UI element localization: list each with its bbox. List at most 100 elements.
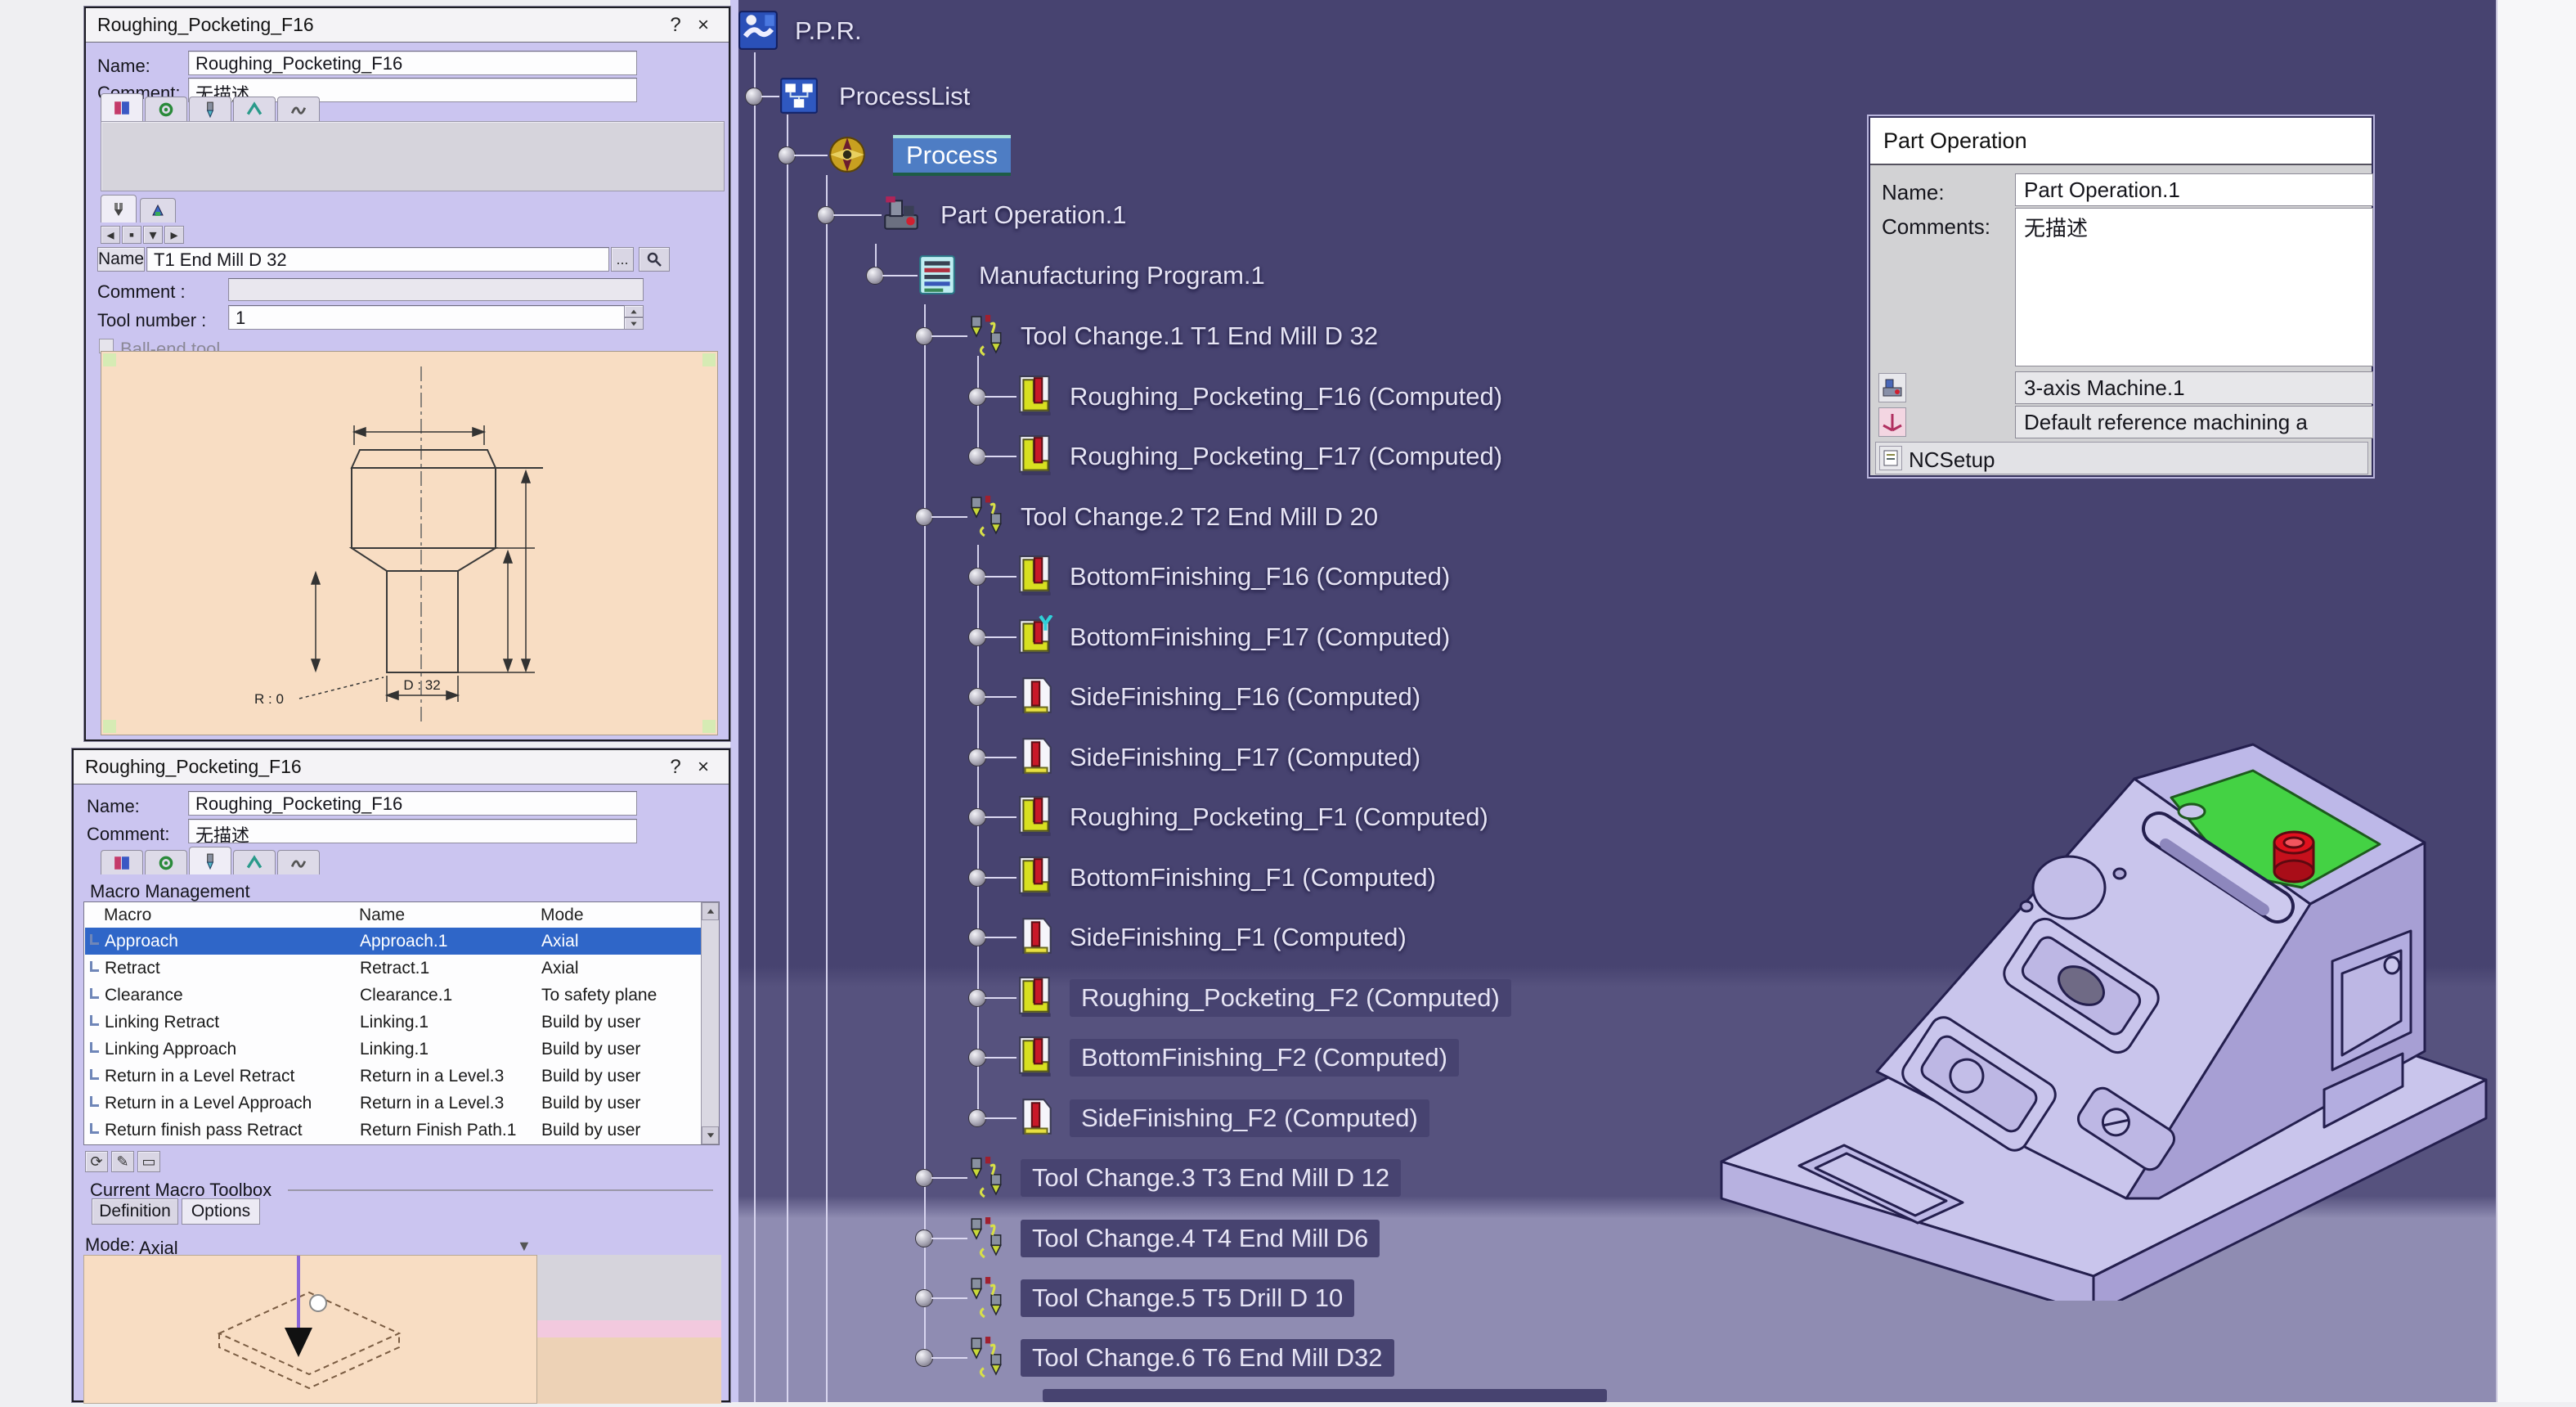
tree-item-label[interactable]: Part Operation.1 — [940, 200, 1126, 230]
chevron-down-icon[interactable]: ▼ — [517, 1238, 532, 1255]
tree-item-label[interactable]: Manufacturing Program.1 — [979, 261, 1265, 290]
tree-expander-knob[interactable] — [968, 928, 986, 946]
tab-strategy[interactable] — [101, 850, 143, 874]
machined-part-3d[interactable] — [1701, 720, 2502, 1301]
tool-save-icon[interactable]: ▾ — [143, 226, 163, 244]
macro-table-row[interactable]: Return finish pass RetractReturn Finish … — [85, 1117, 702, 1144]
macro-table-row[interactable]: Return in a Level Approach Return in a Le… — [85, 1090, 702, 1117]
tree-expander-knob[interactable] — [915, 1169, 933, 1187]
tree-expander-knob[interactable] — [968, 1109, 986, 1127]
tree-expander-knob[interactable] — [968, 1049, 986, 1067]
tree-item-label[interactable]: Tool Change.5 T5 Drill D 10 — [1021, 1279, 1354, 1317]
macro-edit-icon[interactable]: ✎ — [111, 1151, 134, 1172]
op-rough-icon[interactable] — [1016, 375, 1056, 417]
tool-prev-icon[interactable]: ◂ — [101, 226, 120, 244]
tree-item-label[interactable]: ProcessList — [839, 82, 970, 111]
tree-item-label[interactable]: BottomFinishing_F2 (Computed) — [1070, 1039, 1459, 1077]
tree-expander-knob[interactable] — [968, 869, 986, 887]
op-rough-icon[interactable] — [1016, 1036, 1056, 1078]
macro-table[interactable]: Macro Name Mode ApproachApproach.1AxialR… — [83, 901, 720, 1145]
tree-item-label[interactable]: BottomFinishing_F1 (Computed) — [1070, 863, 1436, 892]
tree-item-label[interactable]: Tool Change.1 T1 End Mill D 32 — [1021, 321, 1378, 351]
macro-table-row[interactable]: RetractRetract.1Axial — [85, 955, 702, 982]
tree-item-label[interactable]: Tool Change.3 T3 End Mill D 12 — [1021, 1159, 1401, 1197]
machining-axis-icon[interactable] — [1878, 407, 1906, 437]
macro-table-row[interactable]: Linking Approach Linking.1 Build by user — [85, 1036, 702, 1063]
macro-table-row[interactable]: ClearanceClearance.1To safety plane — [85, 982, 702, 1009]
list-icon[interactable] — [779, 74, 819, 117]
tree-expander-knob[interactable] — [968, 568, 986, 586]
tree-expander-knob[interactable] — [817, 206, 835, 224]
tool-number-step-up[interactable] — [624, 305, 644, 317]
tab-macros[interactable] — [277, 97, 320, 121]
subtab-tool-catalog[interactable] — [140, 198, 176, 223]
macro-table-row[interactable]: Linking RetractLinking.1Build by user — [85, 1009, 702, 1036]
tree-item-label[interactable]: Roughing_Pocketing_F17 (Computed) — [1070, 442, 1502, 471]
macro-cell-macro[interactable]: Linking Approach — [105, 1040, 236, 1059]
op-rough-icon[interactable] — [1016, 555, 1056, 597]
tree-expander-knob[interactable] — [915, 327, 933, 345]
macro-cell-macro[interactable]: Return in a Level Approach — [105, 1094, 312, 1113]
tree-expander-knob[interactable] — [968, 447, 986, 465]
tree-expander-knob[interactable] — [968, 748, 986, 766]
op-side-icon[interactable] — [1016, 1096, 1056, 1139]
dialog-titlebar[interactable]: Roughing_Pocketing_F16 ? × — [86, 8, 729, 43]
scroll-down-icon[interactable] — [702, 1126, 719, 1144]
macro-cell-macro[interactable]: Retract — [105, 959, 160, 978]
tab-tool[interactable] — [189, 847, 231, 874]
tool-comment-input[interactable] — [228, 278, 644, 301]
toolchange-icon[interactable] — [967, 495, 1007, 537]
tool-number-step-down[interactable] — [624, 317, 644, 330]
macro-reset-icon[interactable]: ▭ — [137, 1151, 160, 1172]
toolchange-icon[interactable] — [967, 314, 1007, 357]
ncsetup-row[interactable]: NCSetup — [1875, 442, 2368, 474]
tree-item-label[interactable]: Tool Change.2 T2 End Mill D 20 — [1021, 502, 1378, 532]
tree-expander-knob[interactable] — [915, 1229, 933, 1247]
tool-next-icon[interactable]: ▸ — [164, 226, 184, 244]
machine-icon[interactable] — [1878, 373, 1906, 402]
tree-expander-knob[interactable] — [968, 688, 986, 706]
table-scrollbar[interactable] — [701, 902, 719, 1144]
operation-comment-input[interactable]: 无描述 — [188, 819, 637, 843]
macro-cell-name[interactable]: Linking.1 — [360, 1040, 429, 1059]
part-operation-comments-input[interactable]: 无描述 — [2015, 208, 2373, 366]
ppr-icon[interactable] — [738, 9, 778, 52]
dialog-title[interactable]: Part Operation — [1870, 118, 2372, 165]
tab-feeds-speeds[interactable] — [233, 850, 276, 874]
subtab-tool-assembly[interactable] — [101, 195, 137, 223]
macro-table-row[interactable]: ApproachApproach.1Axial — [85, 928, 702, 955]
browse-button[interactable]: ... — [611, 247, 634, 272]
column-header-macro[interactable]: Macro — [104, 902, 151, 927]
macro-cell-mode[interactable]: Build by user — [541, 1013, 640, 1032]
tree-item-label[interactable]: Roughing_Pocketing_F1 (Computed) — [1070, 802, 1488, 832]
column-header-mode[interactable]: Mode — [541, 902, 584, 927]
macro-cell-name[interactable]: Return Finish Path.1 — [360, 1121, 516, 1140]
toolchange-icon[interactable] — [967, 1336, 1007, 1378]
machine-field[interactable]: 3-axis Machine.1 — [2015, 371, 2373, 404]
macro-cell-macro[interactable]: Clearance — [105, 986, 183, 1005]
tool-name-input[interactable]: T1 End Mill D 32 — [146, 247, 609, 272]
tree-item-label[interactable]: Tool Change.6 T6 End Mill D32 — [1021, 1339, 1394, 1377]
tab-feeds-speeds[interactable] — [233, 97, 276, 121]
macro-cell-mode[interactable]: Build by user — [541, 1094, 640, 1113]
dialog-titlebar[interactable]: Roughing_Pocketing_F16 ? × — [74, 750, 729, 784]
tree-expander-knob[interactable] — [915, 1289, 933, 1307]
macro-cell-macro[interactable]: Return in a Level Retract — [105, 1067, 294, 1086]
macro-cell-name[interactable]: Return in a Level.3 — [360, 1067, 504, 1086]
tab-strategy[interactable] — [101, 93, 143, 121]
macro-cell-mode[interactable]: Build by user — [541, 1040, 640, 1059]
tree-item-label[interactable]: Process — [893, 135, 1011, 176]
tree-item-label[interactable]: SideFinishing_F17 (Computed) — [1070, 743, 1420, 772]
right-scroll-strip[interactable] — [2496, 0, 2576, 1402]
scroll-up-icon[interactable] — [702, 902, 719, 920]
tree-item-label[interactable]: Roughing_Pocketing_F2 (Computed) — [1070, 979, 1511, 1017]
op-rough-icon[interactable] — [1016, 976, 1056, 1018]
macro-cell-mode[interactable]: Build by user — [541, 1067, 640, 1086]
macro-cell-mode[interactable]: Build by user — [541, 1121, 640, 1140]
macro-cell-name[interactable]: Return in a Level.3 — [360, 1094, 504, 1113]
macro-cell-name[interactable]: Approach.1 — [360, 932, 447, 951]
tool-number-input[interactable]: 1 — [228, 305, 644, 330]
tree-expander-knob[interactable] — [915, 508, 933, 526]
tree-expander-knob[interactable] — [968, 808, 986, 826]
tree-expander-knob[interactable] — [745, 88, 763, 106]
